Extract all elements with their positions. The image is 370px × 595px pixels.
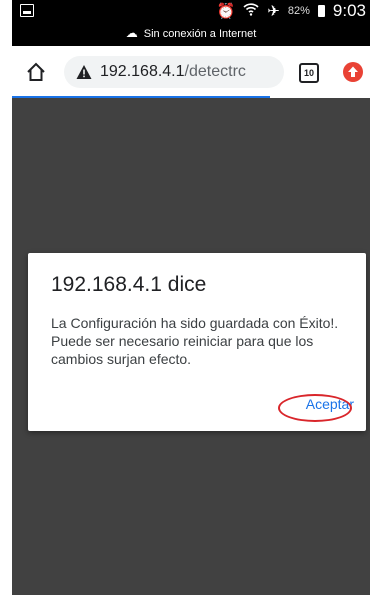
dialog-title: 192.168.4.1 dice [51,273,207,296]
home-button[interactable] [24,60,48,84]
status-icons: ⏰ ✈ 82% 9:03 [217,0,366,22]
status-bar: ⏰ ✈ 82% 9:03 ☁ Sin conexión a Internet [12,0,370,46]
address-bar[interactable]: 192.168.4.1/detectrc [64,56,284,88]
url-host: 192.168.4.1 [100,63,185,80]
page-load-progress [12,96,270,98]
accept-button[interactable]: Aceptar [306,396,354,412]
offline-text: Sin conexión a Internet [143,28,257,40]
battery-percent: 82% [287,5,310,17]
alert-dialog: 192.168.4.1 dice La Configuración ha sid… [28,253,366,431]
url-path: /detectrc [184,63,246,80]
clock: 9:03 [332,1,366,20]
url-text: 192.168.4.1/detectrc [100,63,246,81]
phone-screen: ⏰ ✈ 82% 9:03 ☁ Sin conexión a Internet 19… [12,0,370,595]
dialog-message: La Configuración ha sido guardada con Éx… [51,315,339,367]
update-icon[interactable] [343,62,363,82]
screenshot-notification-icon [20,4,34,17]
wifi-icon [243,2,259,20]
browser-toolbar: 192.168.4.1/detectrc 10 [12,46,370,98]
airplane-mode-icon: ✈ [267,3,280,20]
offline-banner: ☁ Sin conexión a Internet [12,26,370,40]
cloud-off-icon: ☁ [125,26,138,40]
alarm-icon: ⏰ [216,3,236,20]
battery-icon [317,5,325,17]
not-secure-warning-icon [76,65,92,79]
home-icon [27,62,45,81]
tab-switcher-button[interactable]: 10 [299,63,319,83]
